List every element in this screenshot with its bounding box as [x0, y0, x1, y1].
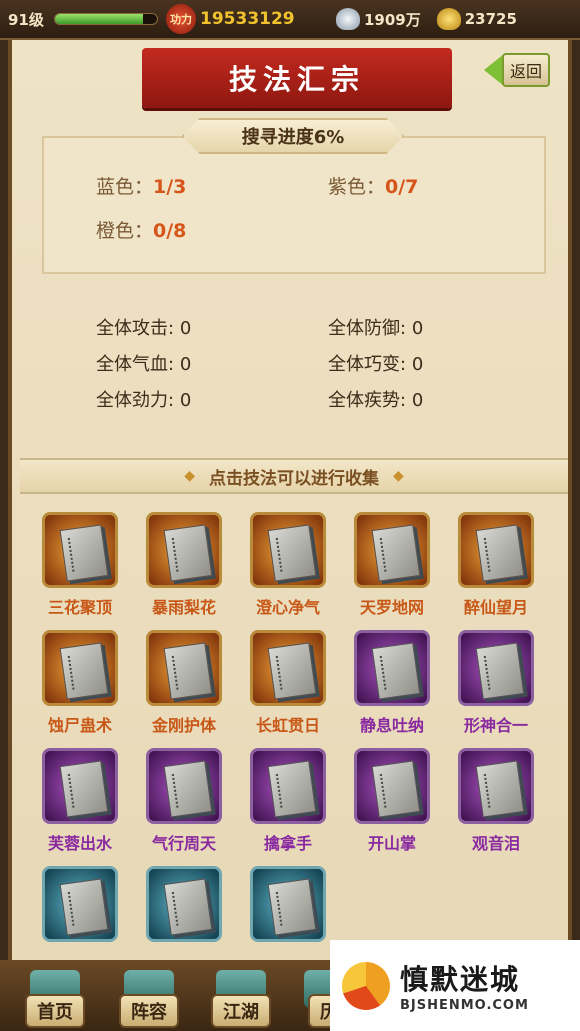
skill-book-icon	[250, 630, 326, 706]
power-value: 19533129	[200, 9, 295, 29]
attr-strength: 全体劲力: 0	[96, 390, 192, 411]
skill-name: 醉仙望月	[463, 598, 528, 617]
attr-speed: 全体疾势: 0	[328, 390, 424, 411]
skill-item[interactable]: 擒拿手	[244, 748, 332, 860]
skill-name: 静息吐纳	[359, 716, 424, 735]
attr-attack: 全体攻击: 0	[96, 318, 192, 339]
back-label: 返回	[502, 53, 551, 87]
skill-name: 澄心净气	[255, 598, 320, 617]
skill-name: 天罗地网	[359, 598, 424, 617]
player-level: 91级	[8, 10, 44, 29]
skill-item[interactable]: 芙蓉出水	[36, 748, 124, 860]
skill-book-icon	[458, 748, 534, 824]
skill-book-icon	[146, 866, 222, 942]
skill-name: 长虹贯日	[255, 716, 320, 735]
skill-book-icon	[250, 748, 326, 824]
skill-item[interactable]: 开山掌	[348, 748, 436, 860]
skill-item[interactable]: 澄心净气	[244, 512, 332, 624]
skill-book-icon	[42, 748, 118, 824]
skill-item[interactable]: 气行周天	[140, 748, 228, 860]
skill-name: 气行周天	[151, 834, 216, 853]
skill-name: 蚀尸蛊术	[47, 716, 112, 735]
skill-item[interactable]: 观音泪	[452, 748, 540, 860]
exp-bar-fill	[55, 14, 143, 24]
skill-book-icon	[42, 866, 118, 942]
nav-home[interactable]: 首页	[10, 970, 100, 1028]
hint-text: 点击技法可以进行收集	[209, 468, 379, 489]
skill-book-icon	[250, 512, 326, 588]
watermark-subtitle: BJSHENMO.COM	[400, 998, 529, 1013]
watermark: 慎默迷城 BJSHENMO.COM	[330, 940, 580, 1031]
attr-defense: 全体防御: 0	[328, 318, 424, 339]
page-title: 技法汇宗	[228, 63, 365, 96]
status-bar: 91级 功力 19533129 1909万 23725	[0, 0, 580, 40]
skill-book-icon	[458, 512, 534, 588]
silver-ingot-icon	[336, 8, 360, 30]
skill-book-icon	[354, 630, 430, 706]
nav-lineup[interactable]: 阵容	[104, 970, 194, 1028]
watermark-title: 慎默迷城	[400, 963, 521, 996]
skill-item[interactable]: 暴雨梨花	[140, 512, 228, 624]
skill-item[interactable]: 醉仙望月	[452, 512, 540, 624]
skill-name: 开山掌	[367, 834, 416, 853]
attr-hp: 全体气血: 0	[96, 354, 192, 375]
blue-count: 蓝色：1/3	[96, 176, 187, 198]
hint-bar: ◆ 点击技法可以进行收集 ◆	[20, 458, 568, 494]
back-arrow-icon	[484, 54, 504, 86]
skill-book-icon	[42, 512, 118, 588]
nav-jianghu[interactable]: 江湖	[196, 970, 286, 1028]
orange-count: 橙色：0/8	[96, 220, 187, 242]
skill-item[interactable]: 三花聚顶	[36, 512, 124, 624]
skill-name: 暴雨梨花	[151, 598, 216, 617]
skill-item[interactable]: 长虹贯日	[244, 630, 332, 742]
skill-book-icon	[354, 748, 430, 824]
purple-count: 紫色：0/7	[328, 176, 419, 198]
silver-value: 1909万	[364, 10, 421, 29]
power-icon: 功力	[166, 4, 196, 34]
skill-book-icon	[146, 748, 222, 824]
skill-book-icon	[146, 512, 222, 588]
skill-item[interactable]: 金刚护体	[140, 630, 228, 742]
skill-item[interactable]: 蚀尸蛊术	[36, 630, 124, 742]
skill-item[interactable]: 形神合一	[452, 630, 540, 742]
skill-item[interactable]: 静息吐纳	[348, 630, 436, 742]
attr-agility: 全体巧变: 0	[328, 354, 424, 375]
skill-book-icon	[42, 630, 118, 706]
back-button[interactable]: 返回	[484, 52, 570, 88]
page-title-banner: 技法汇宗	[142, 48, 452, 108]
skill-book-icon	[354, 512, 430, 588]
skill-item[interactable]: 天罗地网	[348, 512, 436, 624]
collection-progress-box	[42, 136, 546, 274]
gold-value: 23725	[464, 10, 517, 28]
skill-name: 形神合一	[463, 716, 528, 735]
exp-bar	[54, 13, 158, 25]
skill-name: 金刚护体	[151, 716, 216, 735]
skill-name: 芙蓉出水	[47, 834, 112, 853]
watermark-logo-icon	[342, 961, 390, 1010]
skill-name: 三花聚顶	[47, 598, 112, 617]
progress-title: 搜寻进度6%	[182, 118, 404, 154]
skill-book-icon	[250, 866, 326, 942]
skill-book-icon	[146, 630, 222, 706]
skill-book-icon	[458, 630, 534, 706]
gold-ingot-icon	[436, 8, 461, 30]
skill-name: 观音泪	[471, 834, 520, 853]
skill-name: 擒拿手	[263, 834, 312, 853]
